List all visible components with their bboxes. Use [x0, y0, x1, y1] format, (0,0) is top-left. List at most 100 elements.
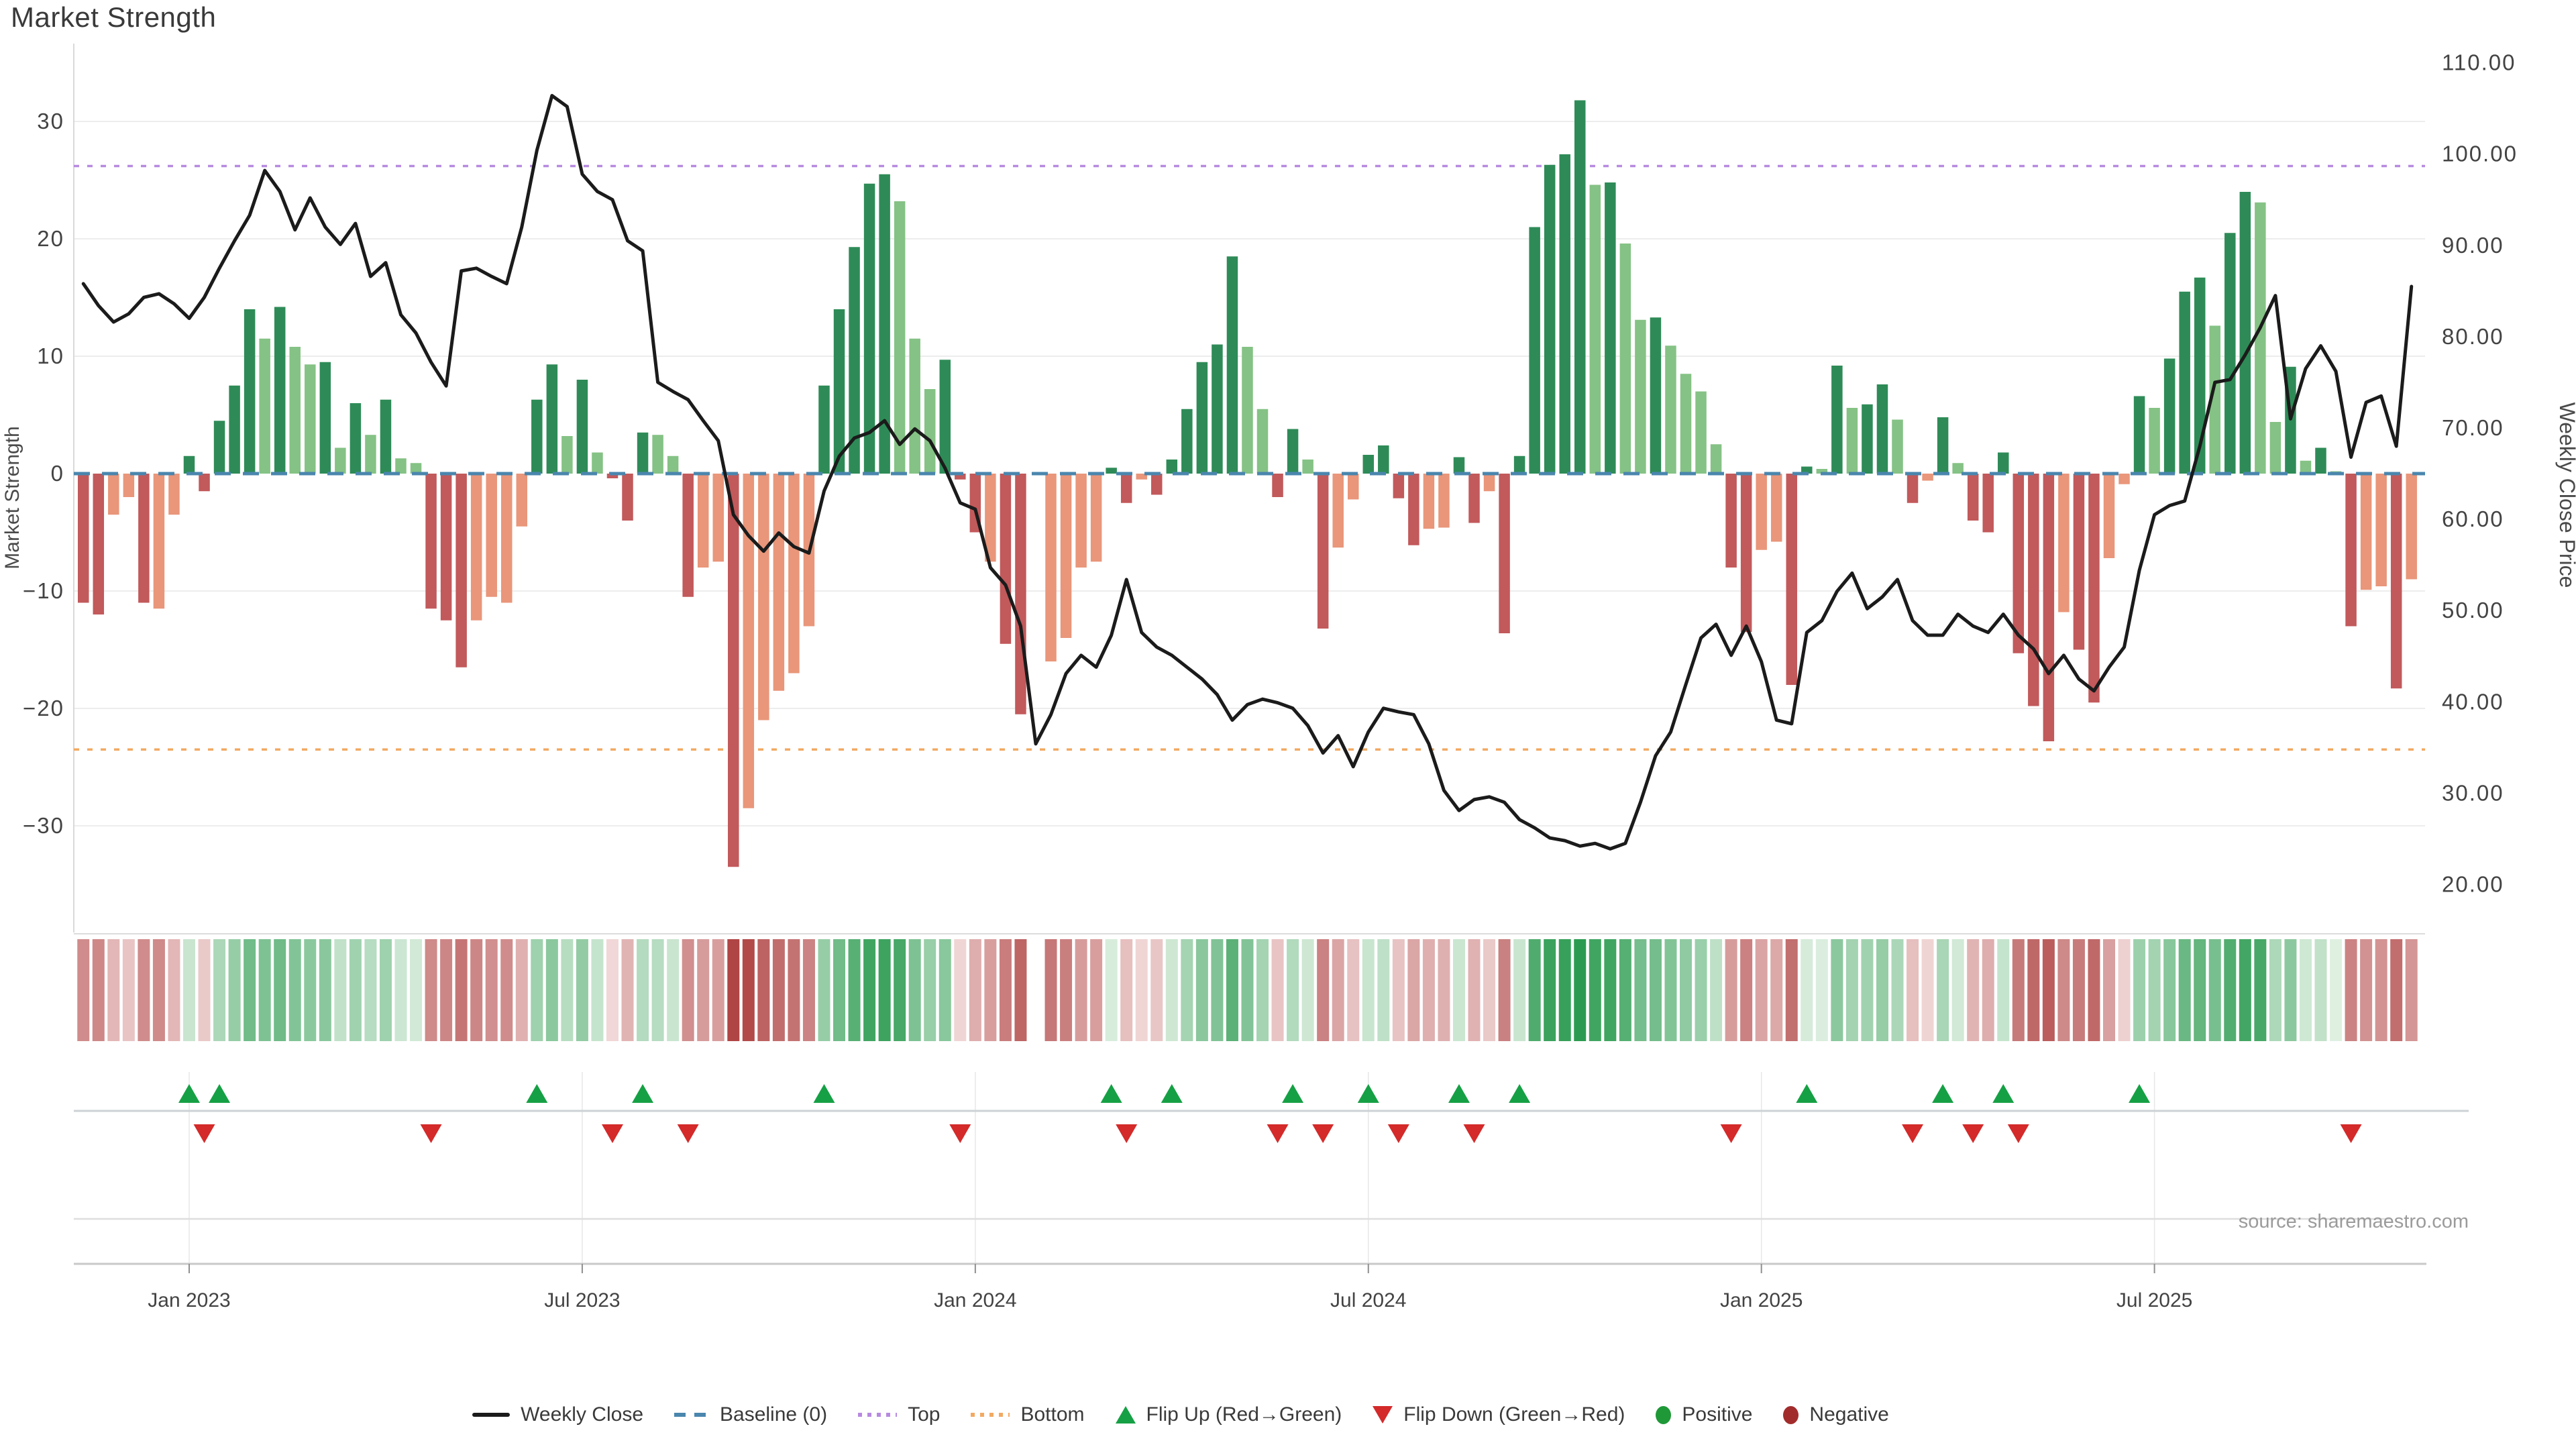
- strength-bar: [2375, 474, 2387, 586]
- heatmap-cell: [743, 939, 755, 1041]
- heatmap-cell: [1090, 939, 1102, 1041]
- heatmap-cell: [1513, 939, 1525, 1041]
- heatmap-cell: [1120, 939, 1132, 1041]
- x-axis-tick: Jan 2024: [934, 1289, 1016, 1311]
- heatmap-cell: [274, 939, 286, 1041]
- flip-down-marker: [2008, 1124, 2029, 1143]
- strength-bar: [2118, 474, 2130, 484]
- strength-bar: [924, 389, 936, 474]
- strength-bar: [1000, 474, 1012, 644]
- left-axis-label: Market Strength: [1, 426, 23, 569]
- heatmap-cell: [2330, 939, 2342, 1041]
- flip-down-marker: [2341, 1124, 2362, 1143]
- strength-bar: [1272, 474, 1283, 497]
- heatmap-cell: [1695, 939, 1707, 1041]
- heatmap-cell: [1604, 939, 1616, 1041]
- heatmap-cell: [969, 939, 981, 1041]
- strength-bar: [698, 474, 709, 568]
- heatmap-cell: [2254, 939, 2266, 1041]
- heatmap-cell: [2390, 939, 2402, 1041]
- heatmap-cell: [2073, 939, 2085, 1041]
- strength-bar: [1454, 458, 1465, 474]
- heatmap-cell: [516, 939, 528, 1041]
- flip-up-marker: [1796, 1084, 1817, 1103]
- legend-swatch: [674, 1413, 709, 1417]
- heatmap-cell: [757, 939, 769, 1041]
- heatmap-cell: [2375, 939, 2387, 1041]
- heatmap-cell: [304, 939, 316, 1041]
- heatmap-cell: [1892, 939, 1904, 1041]
- strength-bar: [365, 435, 376, 474]
- flip-up-marker: [178, 1084, 200, 1103]
- heatmap-cell: [1166, 939, 1178, 1041]
- strength-bar: [305, 364, 316, 474]
- strength-bar: [1287, 429, 1299, 474]
- heatmap-cell: [637, 939, 649, 1041]
- strength-bar: [1212, 345, 1223, 474]
- strength-bar: [229, 386, 240, 474]
- heatmap-cell: [2284, 939, 2296, 1041]
- strength-bar: [2361, 474, 2372, 590]
- heatmap-cell: [2239, 939, 2251, 1041]
- right-axis-label: Weekly Close Price: [2555, 402, 2576, 588]
- heatmap-cell: [1664, 939, 1676, 1041]
- heatmap-cell: [1499, 939, 1511, 1041]
- legend-swatch: [971, 1413, 1010, 1417]
- heatmap-cell: [2103, 939, 2115, 1041]
- right-axis-tick: 20.00: [2442, 871, 2504, 896]
- strength-bar: [1982, 474, 1994, 533]
- heatmap-cell: [803, 939, 815, 1041]
- heatmap-cell: [1377, 939, 1389, 1041]
- strength-bar: [289, 347, 301, 474]
- heatmap-cell: [1907, 939, 1919, 1041]
- strength-bar: [1332, 474, 1344, 547]
- strength-bar: [1484, 474, 1495, 491]
- heatmap-cell: [697, 939, 709, 1041]
- heatmap-cell: [1982, 939, 1994, 1041]
- strength-bar: [1468, 474, 1480, 523]
- strength-bar: [577, 380, 588, 474]
- strength-bar: [788, 474, 800, 674]
- legend-item-bottom: Bottom: [971, 1403, 1084, 1426]
- heatmap-cell: [1634, 939, 1646, 1041]
- strength-bar: [2224, 233, 2236, 474]
- heatmap-cell: [470, 939, 482, 1041]
- heatmap-cell: [1922, 939, 1934, 1041]
- right-axis-tick: 110.00: [2442, 50, 2516, 75]
- left-axis-tick: 0: [51, 461, 64, 486]
- strength-bar: [1831, 366, 1843, 474]
- flip-up-marker: [1101, 1084, 1122, 1103]
- strength-bar: [1756, 474, 1767, 550]
- flip-down-marker: [1267, 1124, 1289, 1143]
- heatmap-cell: [1075, 939, 1087, 1041]
- heatmap-cell: [334, 939, 346, 1041]
- heatmap-cell: [1332, 939, 1344, 1041]
- right-axis-tick: 100.00: [2442, 142, 2518, 166]
- strength-bar: [1680, 374, 1692, 474]
- heatmap-cell: [591, 939, 603, 1041]
- strength-bar: [1061, 474, 1072, 638]
- heatmap-cell: [364, 939, 376, 1041]
- heatmap-cell: [1770, 939, 1782, 1041]
- strength-bar: [1499, 474, 1510, 633]
- heatmap-cell: [440, 939, 452, 1041]
- strength-bar: [2179, 292, 2190, 474]
- heatmap-cell: [1468, 939, 1481, 1041]
- flip-up-marker: [209, 1084, 230, 1103]
- strength-bar: [1529, 227, 1540, 474]
- heatmap-cell: [1060, 939, 1072, 1041]
- heatmap-cell: [213, 939, 225, 1041]
- strength-bar: [138, 474, 150, 603]
- heatmap-cell: [606, 939, 619, 1041]
- strength-bar: [1559, 154, 1570, 474]
- flip-up-marker: [1932, 1084, 1953, 1103]
- legend-label: Weekly Close: [521, 1403, 643, 1426]
- strength-bar: [1892, 420, 1903, 474]
- strength-bar: [214, 421, 225, 474]
- x-axis-tick: Jul 2025: [2116, 1289, 2192, 1311]
- heatmap-cell: [1861, 939, 1873, 1041]
- heatmap-cell: [2315, 939, 2327, 1041]
- strength-bar: [1786, 474, 1798, 685]
- x-axis-tick: Jul 2023: [544, 1289, 620, 1311]
- legend-label: Top: [908, 1403, 940, 1426]
